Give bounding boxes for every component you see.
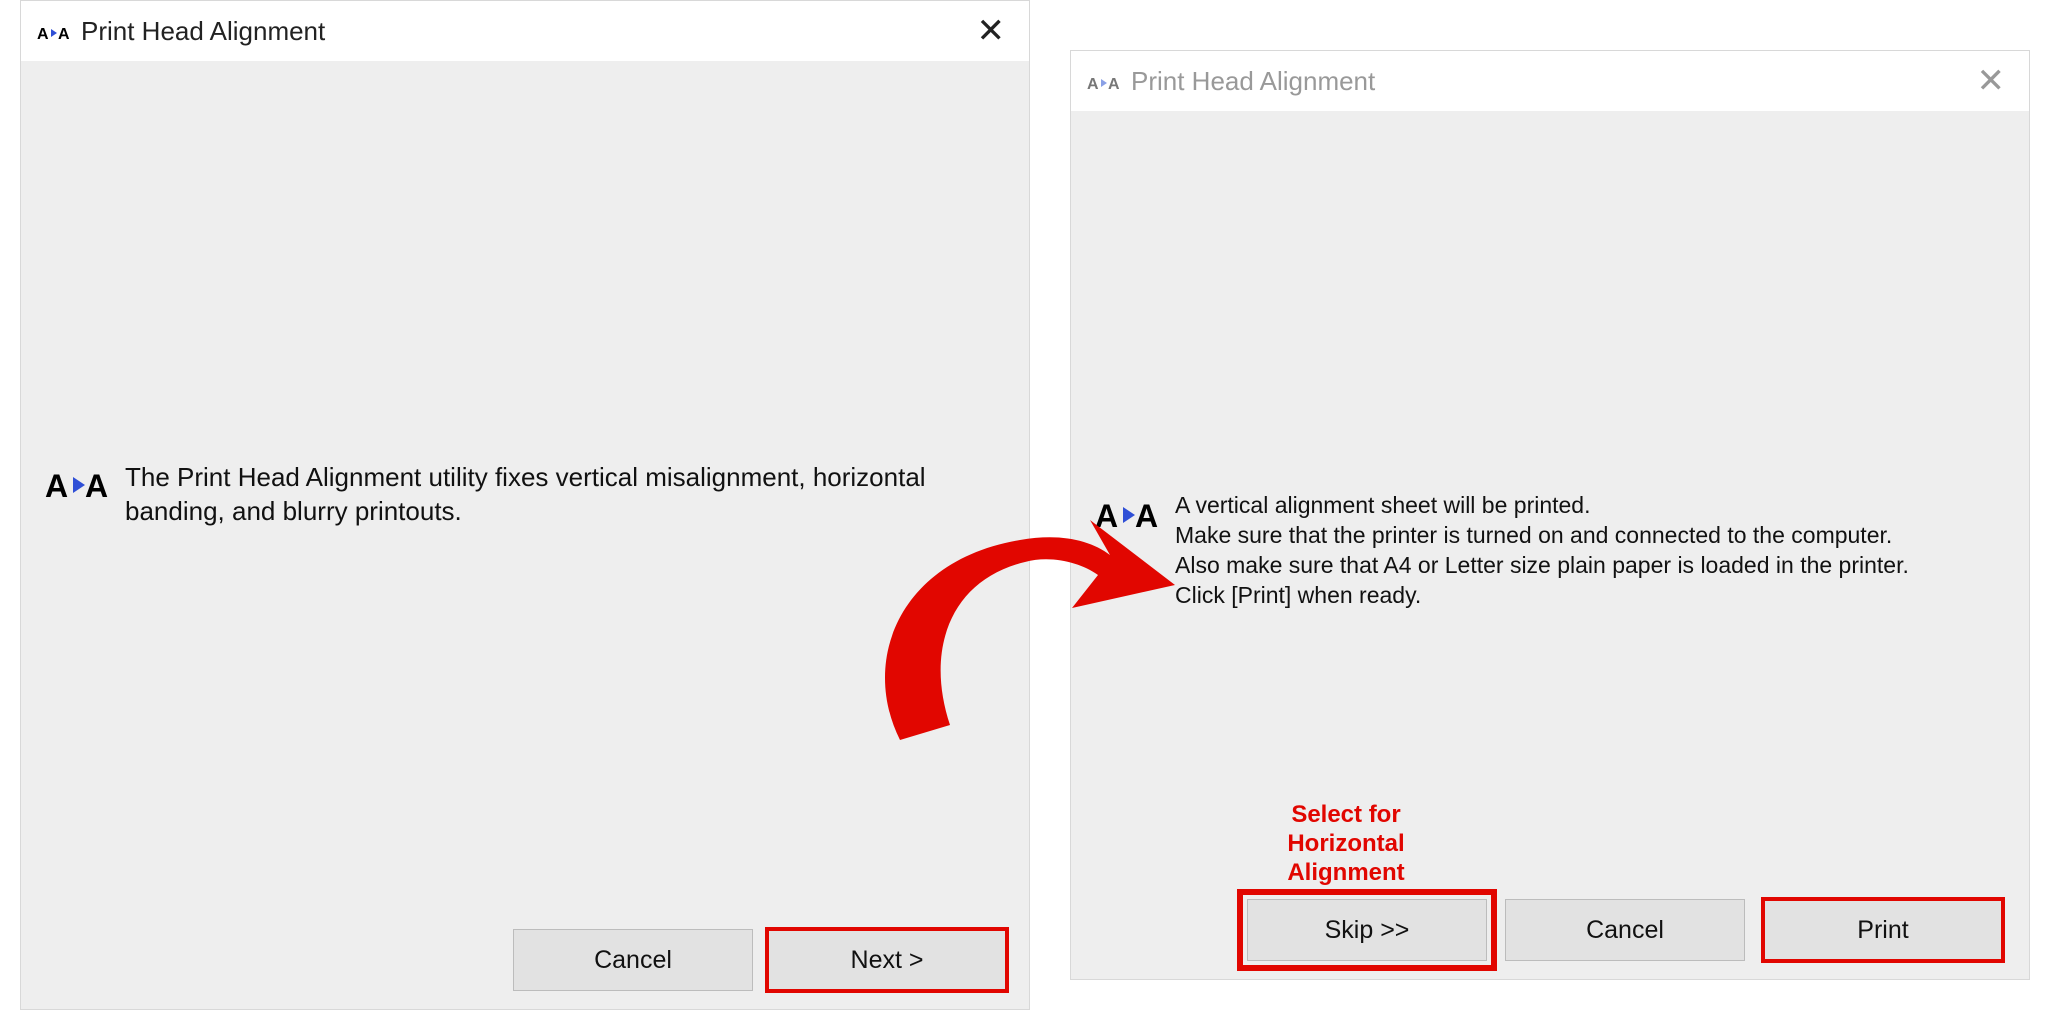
title-left-group: A A Print Head Alignment [37, 16, 325, 47]
svg-text:A: A [1087, 76, 1099, 93]
alignment-icon: A A [45, 465, 109, 505]
skip-annotation: Select for Horizontal Alignment [1246, 801, 1446, 887]
next-button[interactable]: Next > [767, 929, 1007, 991]
svg-text:A: A [45, 468, 68, 504]
flow-arrow-icon [840, 500, 1180, 760]
content-row: A A A vertical alignment sheet will be p… [1071, 491, 1959, 611]
close-icon[interactable]: ✕ [1963, 58, 2020, 104]
dialog-body: A A A vertical alignment sheet will be p… [1071, 111, 2029, 979]
print-button[interactable]: Print [1763, 899, 2003, 961]
alignment-icon: A A [1087, 72, 1121, 94]
dialog-print-head-step2: A A Print Head Alignment ✕ A A A vertica… [1070, 50, 2030, 980]
svg-text:A: A [37, 26, 49, 43]
titlebar: A A Print Head Alignment ✕ [1071, 51, 2029, 111]
dialog-message: A vertical alignment sheet will be print… [1175, 491, 1935, 611]
title-left-group: A A Print Head Alignment [1087, 66, 1375, 97]
dialog-title: Print Head Alignment [81, 16, 325, 47]
dialog-message: The Print Head Alignment utility fixes v… [125, 461, 945, 529]
cancel-button[interactable]: Cancel [513, 929, 753, 991]
dialog-title: Print Head Alignment [1131, 66, 1375, 97]
svg-text:A: A [85, 468, 108, 504]
svg-text:A: A [1108, 76, 1120, 93]
titlebar: A A Print Head Alignment ✕ [21, 1, 1029, 61]
close-icon[interactable]: ✕ [963, 8, 1020, 54]
cancel-button[interactable]: Cancel [1505, 899, 1745, 961]
dialog-footer: Cancel Next > [513, 929, 1007, 991]
skip-button[interactable]: Skip >> [1247, 899, 1487, 961]
dialog-footer: Skip >> Cancel Print [1247, 899, 2003, 961]
alignment-icon: A A [37, 22, 71, 44]
content-row: A A The Print Head Alignment utility fix… [21, 461, 969, 529]
svg-text:A: A [58, 26, 70, 43]
